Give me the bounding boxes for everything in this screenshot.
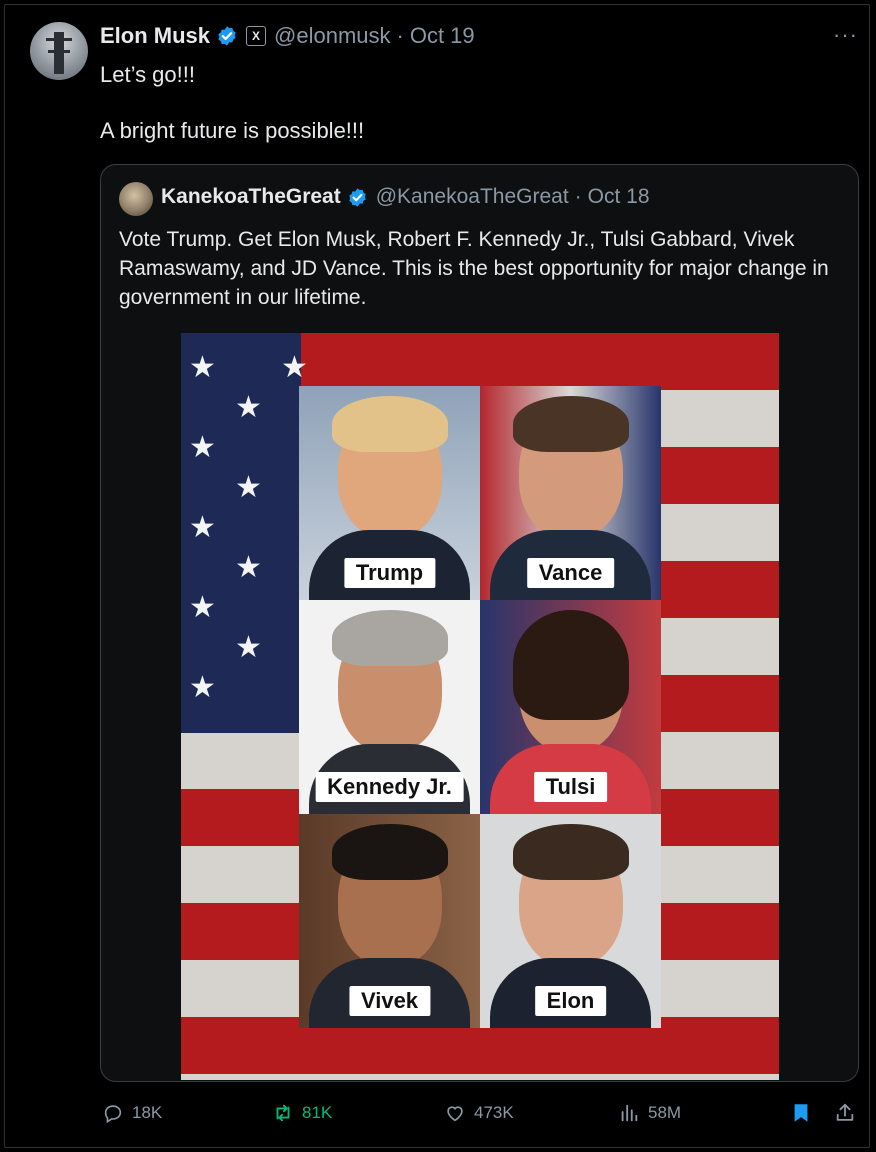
quote-header: KanekoaTheGreat @KanekoaTheGreat · Oct 1… <box>161 185 650 209</box>
flag-star: ★ <box>235 391 262 424</box>
quote-author-avatar[interactable] <box>119 182 153 216</box>
action-bar: 18K 81K 473K 58M <box>100 1097 860 1129</box>
panel-label: Vivek <box>348 986 431 1016</box>
portrait-hair <box>512 610 629 720</box>
flag-star: ★ <box>235 471 262 504</box>
views-count: 58M <box>648 1103 682 1122</box>
flag-star: ★ <box>189 431 216 464</box>
quote-text: Vote Trump. Get Elon Musk, Robert F. Ken… <box>119 228 829 309</box>
flag-star: ★ <box>189 511 216 544</box>
like-count: 473K <box>474 1103 514 1122</box>
quote-author-handle[interactable]: @KanekoaTheGreat <box>376 185 569 209</box>
author-name[interactable]: Elon Musk <box>100 23 210 49</box>
flag-star: ★ <box>189 591 216 624</box>
separator-dot: · <box>574 185 582 208</box>
portrait-hair <box>331 610 448 666</box>
panel-label: Elon <box>534 986 607 1016</box>
tweet-header: Elon Musk X @elonmusk · Oct 19 <box>100 22 475 50</box>
flag-star: ★ <box>281 351 308 384</box>
photo-panel: Kennedy Jr. <box>299 600 480 814</box>
reply-button[interactable]: 18K <box>102 1097 162 1129</box>
repost-count: 81K <box>302 1103 333 1122</box>
portrait-hair <box>512 824 629 880</box>
quote-image[interactable]: ★ ★ ★ ★ ★ ★ ★ ★ ★ ★ Trump Vance Kennedy … <box>181 333 779 1080</box>
tweet-date[interactable]: Oct 19 <box>410 23 475 49</box>
photo-panel: Vivek <box>299 814 480 1028</box>
reply-count: 18K <box>132 1103 163 1122</box>
author-handle[interactable]: @elonmusk <box>274 23 391 49</box>
panel-label: Vance <box>526 558 615 588</box>
panel-label: Tulsi <box>533 772 608 802</box>
quote-author-name[interactable]: KanekoaTheGreat <box>161 185 341 209</box>
more-icon[interactable]: ··· <box>833 22 858 48</box>
verified-icon <box>218 26 236 46</box>
tweet-text-line-1: Let’s go!!! <box>100 62 195 87</box>
share-icon <box>836 1103 854 1121</box>
flag-star: ★ <box>189 671 216 704</box>
photo-panel: Tulsi <box>480 600 661 814</box>
flag-star: ★ <box>235 631 262 664</box>
x-badge-icon: X <box>246 26 267 46</box>
photo-panel: Elon <box>480 814 661 1028</box>
repost-icon <box>276 1104 290 1122</box>
share-button[interactable] <box>834 1097 856 1129</box>
panel-label: Kennedy Jr. <box>315 772 464 802</box>
reply-icon <box>104 1105 122 1124</box>
bookmark-icon <box>794 1104 808 1122</box>
portrait-hair <box>512 396 629 452</box>
quote-date[interactable]: Oct 18 <box>588 185 650 209</box>
panel-label: Trump <box>343 558 436 588</box>
portrait-hair <box>331 824 448 880</box>
like-button[interactable]: 473K <box>444 1097 514 1129</box>
separator-dot: · <box>396 23 404 48</box>
views-icon <box>621 1104 638 1122</box>
like-icon <box>447 1106 463 1122</box>
photo-panel: Trump <box>299 386 480 600</box>
views-button[interactable]: 58M <box>618 1097 681 1129</box>
author-avatar[interactable] <box>30 22 88 80</box>
flag-star: ★ <box>189 351 216 384</box>
flag-star: ★ <box>235 551 262 584</box>
verified-icon <box>349 187 366 207</box>
repost-button[interactable]: 81K <box>272 1097 332 1129</box>
bookmark-button[interactable] <box>790 1097 812 1129</box>
photo-panel: Vance <box>480 386 661 600</box>
tweet-text-line-2: A bright future is possible!!! <box>100 118 365 143</box>
quoted-tweet[interactable]: KanekoaTheGreat @KanekoaTheGreat · Oct 1… <box>100 164 859 1082</box>
photo-grid: Trump Vance Kennedy Jr. Tulsi Vivek Elon <box>299 386 661 1028</box>
portrait-hair <box>331 396 448 452</box>
